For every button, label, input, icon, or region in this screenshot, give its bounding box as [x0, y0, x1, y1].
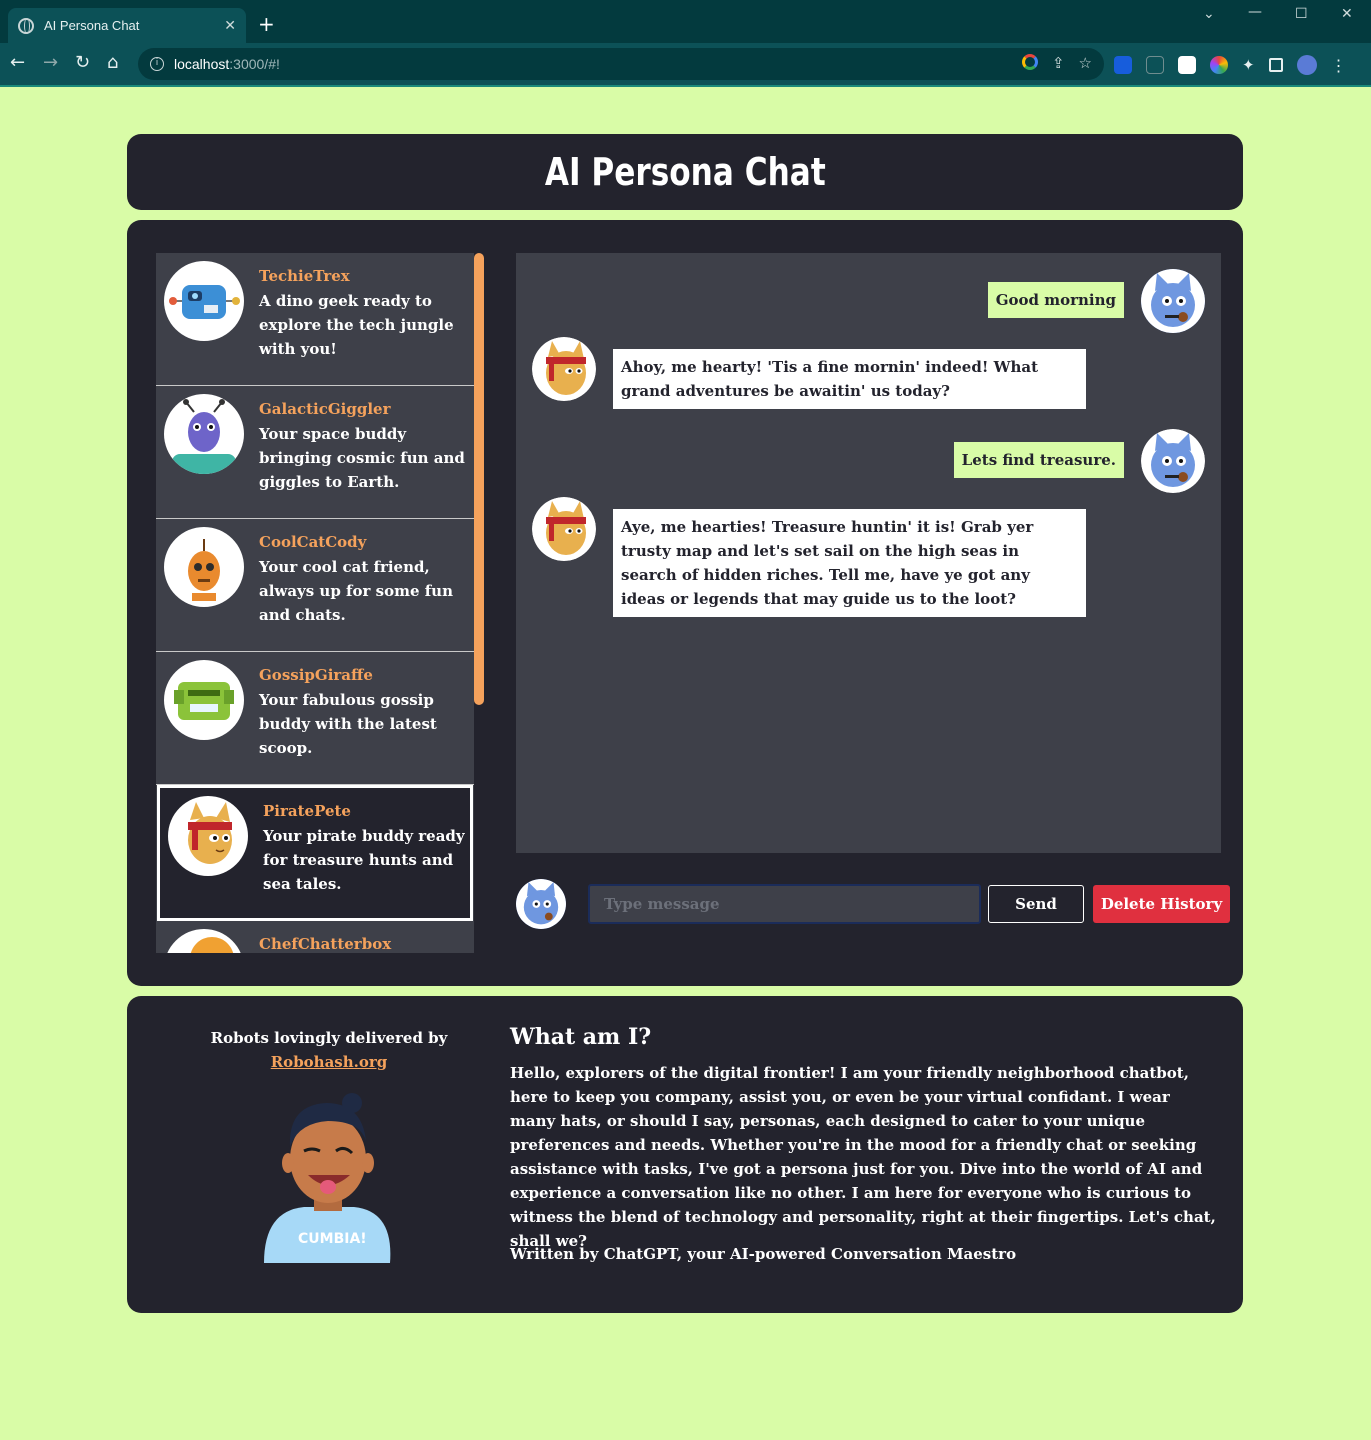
browser-toolbar: ← → ↻ ⌂ i localhost:3000/#! ⇪ ☆ ✦ ⋮: [0, 43, 1371, 85]
persona-name: CoolCatCody: [259, 533, 367, 551]
persona-name: ChefChatterbox: [259, 935, 392, 953]
about-body: Hello, explorers of the digital frontier…: [510, 1064, 1216, 1250]
reload-icon[interactable]: ↻: [75, 52, 90, 73]
user-avatar: [516, 879, 566, 929]
bitwarden-icon[interactable]: [1114, 56, 1132, 74]
user-message: Lets find treasure.: [953, 442, 1124, 478]
credit-label: Robots lovingly delivered by: [210, 1029, 448, 1047]
orange-robot-avatar: [164, 527, 244, 607]
pirate-cat-avatar: [168, 796, 248, 876]
persona-description: Your space buddy bringing cosmic fun and…: [259, 425, 465, 491]
about-signature: Written by ChatGPT, your AI-powered Conv…: [510, 1245, 1017, 1263]
about-title: What am I?: [510, 1024, 652, 1050]
persona-name: TechieTrex: [259, 267, 350, 285]
persona-name: GossipGiraffe: [259, 666, 373, 684]
persona-item-piratepete[interactable]: PiratePete Your pirate buddy ready for t…: [157, 785, 473, 921]
color-picker-icon[interactable]: [1210, 56, 1228, 74]
toolbar-divider: [0, 85, 1371, 87]
persona-item-gossipgiraffe[interactable]: GossipGiraffe Your fabulous gossip buddy…: [156, 652, 474, 785]
persona-item-chefchatterbox[interactable]: ChefChatterbox: [156, 921, 474, 953]
delete-history-button[interactable]: Delete History: [1093, 885, 1230, 923]
message-input[interactable]: [588, 884, 981, 924]
more-icon[interactable]: ⋮: [1331, 56, 1347, 75]
persona-scrollbar-thumb[interactable]: [474, 253, 484, 705]
chevron-down-icon[interactable]: ⌄: [1203, 6, 1215, 22]
robohash-link[interactable]: Robohash.org: [271, 1053, 388, 1071]
recycle-icon[interactable]: [1146, 56, 1164, 74]
credit-text: Robots lovingly delivered by Robohash.or…: [187, 1026, 471, 1074]
persona-description: Your cool cat friend, always up for some…: [259, 558, 453, 624]
send-button[interactable]: Send: [988, 885, 1084, 923]
new-tab-button[interactable]: +: [258, 12, 275, 36]
persona-list: TechieTrex A dino geek ready to explore …: [156, 253, 474, 953]
robot-avatar: [164, 261, 244, 341]
url-host: localhost: [174, 56, 230, 72]
pirate-cat-avatar: [532, 497, 596, 561]
google-icon[interactable]: [1021, 54, 1038, 70]
persona-item-techietrex[interactable]: TechieTrex A dino geek ready to explore …: [156, 253, 474, 386]
star-icon[interactable]: ☆: [1079, 54, 1092, 72]
notion-icon[interactable]: [1178, 56, 1196, 74]
green-robot-avatar: [164, 660, 244, 740]
persona-item-coolcatcody[interactable]: CoolCatCody Your cool cat friend, always…: [156, 519, 474, 652]
bot-message: Aye, me hearties! Treasure huntin' it is…: [613, 509, 1086, 617]
alien-avatar: [164, 394, 244, 474]
home-icon[interactable]: ⌂: [107, 52, 118, 73]
tab-title: AI Persona Chat: [44, 18, 140, 33]
chat-panel: TechieTrex A dino geek ready to explore …: [127, 220, 1243, 986]
address-bar[interactable]: i localhost:3000/#! ⇪ ☆: [138, 48, 1104, 80]
back-icon[interactable]: ←: [10, 52, 25, 73]
globe-icon: [18, 17, 34, 34]
persona-name: GalacticGiggler: [259, 400, 391, 418]
browser-tab[interactable]: AI Persona Chat ✕: [8, 8, 246, 43]
bot-message: Ahoy, me hearty! 'Tis a fine mornin' ind…: [613, 349, 1086, 409]
puzzle-icon[interactable]: ✦: [1242, 56, 1255, 74]
persona-item-galacticgiggler[interactable]: GalacticGiggler Your space buddy bringin…: [156, 386, 474, 519]
sidebar-icon[interactable]: [1268, 58, 1283, 72]
page-title: AI Persona Chat: [544, 150, 826, 194]
window-close-icon[interactable]: ✕: [1341, 6, 1353, 22]
app-header: AI Persona Chat: [127, 134, 1243, 210]
person-illustration: CUMBIA!: [264, 1091, 394, 1263]
minimize-icon[interactable]: —: [1248, 4, 1262, 20]
share-icon[interactable]: ⇪: [1052, 54, 1065, 72]
pirate-cat-avatar: [532, 337, 596, 401]
url-path: :3000/#!: [229, 56, 280, 72]
shirt-text: CUMBIA!: [298, 1231, 367, 1247]
user-cat-avatar: [1141, 429, 1205, 493]
chef-avatar: [164, 929, 244, 953]
user-message: Good morning: [987, 282, 1124, 318]
info-icon[interactable]: i: [150, 57, 164, 71]
user-cat-avatar: [1141, 269, 1205, 333]
maximize-icon[interactable]: ☐: [1295, 6, 1308, 22]
close-icon[interactable]: ✕: [224, 18, 236, 34]
persona-description: Your pirate buddy ready for treasure hun…: [263, 827, 465, 893]
persona-description: Your fabulous gossip buddy with the late…: [259, 691, 437, 757]
profile-avatar[interactable]: [1296, 55, 1317, 75]
persona-description: A dino geek ready to explore the tech ju…: [259, 292, 454, 358]
forward-icon[interactable]: →: [43, 52, 58, 73]
message-list: Good morning Ahoy, me hearty! 'Tis a fin…: [516, 253, 1221, 853]
persona-name: PiratePete: [263, 802, 351, 820]
browser-tab-strip: AI Persona Chat ✕ + ⌄ — ☐ ✕: [0, 0, 1371, 43]
about-panel: Robots lovingly delivered by Robohash.or…: [127, 996, 1243, 1313]
